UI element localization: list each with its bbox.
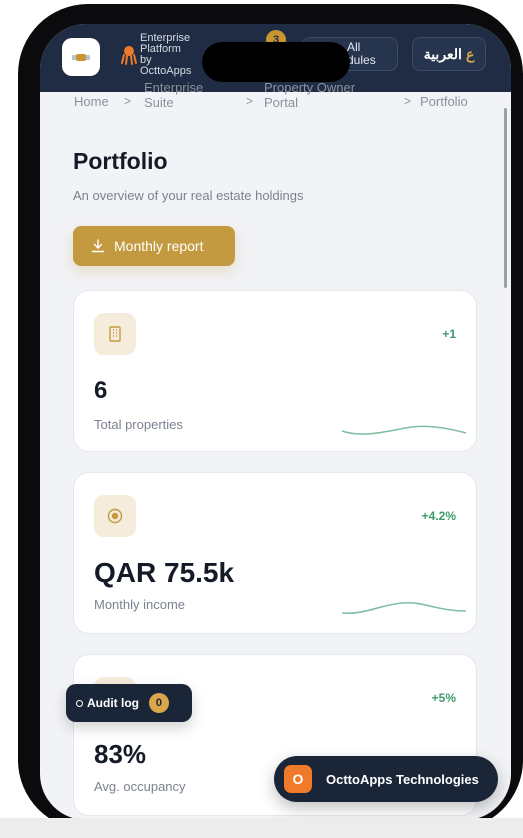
- breadcrumb-portal-line: Portal: [264, 95, 298, 110]
- monthly-report-button[interactable]: Monthly report: [73, 226, 235, 266]
- camera-notch: [202, 42, 350, 82]
- circle-icon: [76, 699, 83, 707]
- sparkline: [341, 601, 467, 615]
- brand-line: OcttoApps: [140, 65, 192, 77]
- app-screen: Enterprise Platform by OcttoApps 3 All d…: [40, 24, 511, 820]
- breadcrumb-separator: >: [246, 94, 254, 108]
- breadcrumb-portal-line: Property Owner: [264, 80, 356, 95]
- stat-label: Total properties: [94, 417, 183, 432]
- page-subtitle: An overview of your real estate holdings: [73, 188, 304, 203]
- stat-label: Avg. occupancy: [94, 779, 186, 794]
- company-chip[interactable]: O OcttoApps Technologies: [274, 756, 498, 802]
- breadcrumb-separator: >: [404, 94, 412, 108]
- scrollbar[interactable]: [504, 108, 507, 288]
- sparkline: [341, 425, 467, 435]
- coin-icon: [94, 495, 136, 537]
- stat-delta: +4.2%: [421, 509, 456, 523]
- logo-mark: [76, 53, 86, 61]
- modules-label: dules: [347, 53, 376, 67]
- stat-label: Monthly income: [94, 597, 186, 612]
- company-name: OcttoApps Technologies: [326, 771, 479, 787]
- brand-text: Enterprise Platform by OcttoApps: [140, 33, 210, 77]
- audit-log-label: Audit log: [87, 696, 139, 710]
- breadcrumb-home[interactable]: Home: [74, 94, 109, 109]
- download-icon: [91, 239, 105, 253]
- breadcrumb-separator: >: [124, 94, 132, 108]
- breadcrumb-suite-line: Enterprise: [144, 80, 204, 95]
- stat-value: 83%: [94, 739, 147, 769]
- building-icon: [94, 313, 136, 355]
- stat-delta: +1: [442, 327, 456, 341]
- breadcrumb-current: Portfolio: [420, 94, 468, 109]
- stat-card-total-properties: +1 6 Total properties: [73, 290, 477, 452]
- stat-card-monthly-income: +4.2% QAR 75.5k Monthly income: [73, 472, 477, 634]
- app-logo[interactable]: [62, 38, 100, 76]
- breadcrumb-suite-line: Suite: [144, 95, 174, 110]
- stat-value: QAR 75.5k: [94, 557, 235, 588]
- breadcrumb: Home > Enterprise Suite > Property Owner…: [74, 80, 494, 122]
- company-logo: O: [284, 765, 312, 793]
- stat-delta: +5%: [431, 691, 456, 705]
- monthly-report-label: Monthly report: [114, 238, 204, 254]
- octopus-icon: [121, 46, 137, 65]
- bottom-edge: [0, 818, 523, 838]
- language-switch-button[interactable]: العربية ع: [412, 37, 486, 71]
- breadcrumb-portal[interactable]: Property Owner Portal: [264, 80, 355, 110]
- breadcrumb-suite[interactable]: Enterprise Suite: [144, 80, 203, 110]
- stat-value: 6: [94, 377, 108, 404]
- audit-log-button[interactable]: Audit log 0: [66, 684, 192, 722]
- page-title: Portfolio: [73, 148, 168, 174]
- language-icon: ع: [465, 45, 475, 62]
- language-label: العربية: [423, 45, 462, 62]
- audit-log-count: 0: [148, 693, 169, 713]
